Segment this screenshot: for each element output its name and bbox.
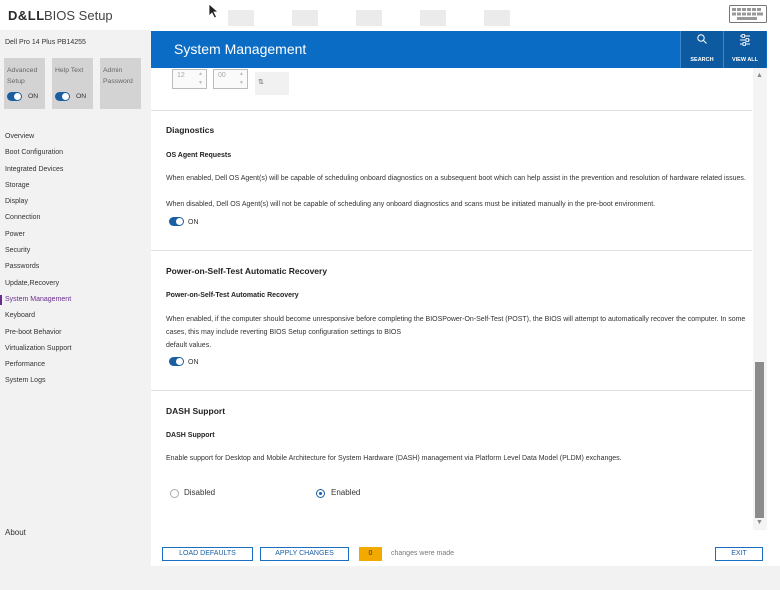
about-link[interactable]: About [5,528,26,537]
sidebar-item-performance[interactable]: Performance [0,357,151,373]
dell-logo: D&LL [8,8,45,23]
sidebar-item-overview[interactable]: Overview [0,129,151,145]
page-header: System Management SEARCH VIEW ALL [151,31,767,68]
sidebar-item-keyboard[interactable]: Keyboard [0,308,151,324]
sliders-icon [740,34,750,46]
post-recovery-setting-title: Power-on-Self-Test Automatic Recovery [166,292,299,299]
sidebar-item-display[interactable]: Display [0,194,151,210]
sidebar-item-storage[interactable]: Storage [0,178,151,194]
changes-status-text: changes were made [391,550,455,557]
sidebar-item-connection[interactable]: Connection [0,210,151,226]
os-agent-requests-title: OS Agent Requests [166,152,232,159]
os-agent-requests-desc-enabled: When enabled, Dell OS Agent(s) will be c… [166,175,746,182]
sidebar-item-passwords[interactable]: Passwords [0,259,151,275]
hour-value: 12 [177,72,185,79]
ghost-tab-strip [228,10,558,26]
mouse-cursor-icon [208,3,219,19]
sidebar-item-virtualization-support[interactable]: Virtualization Support [0,341,151,357]
dash-support-heading: DASH Support [166,406,226,416]
apply-changes-button[interactable]: APPLY CHANGES [260,547,349,561]
spinner-up-icon[interactable]: ▲ [239,71,244,77]
advanced-setup-tile[interactable]: Advanced Setup ON [4,58,45,109]
dash-enabled-radio[interactable] [316,489,325,498]
advanced-setup-label: Advanced Setup [7,67,38,85]
post-recovery-toggle[interactable] [169,357,184,368]
search-button[interactable]: SEARCH [680,31,723,68]
page-title: System Management [174,41,307,57]
dash-disabled-radio[interactable] [170,489,179,498]
spinner-up-icon[interactable]: ▲ [198,71,203,77]
help-text-tile[interactable]: Help Text ON [52,58,93,109]
settings-content: 12 ▲ ▼ 00 ▲ ▼ ⇅ Diagnostics OS Agent Req… [151,68,752,530]
spinner-down-icon[interactable]: ▼ [239,80,244,86]
bottom-strip [0,566,780,590]
post-recovery-heading: Power-on-Self-Test Automatic Recovery [166,266,328,276]
sidebar-item-security[interactable]: Security [0,243,151,259]
sidebar-item-integrated-devices[interactable]: Integrated Devices [0,162,151,178]
sidebar-item-pre-boot-behavior[interactable]: Pre-boot Behavior [0,325,151,341]
sidebar-item-system-management[interactable]: System Management [0,292,151,308]
sidebar-item-boot-configuration[interactable]: Boot Configuration [0,145,151,161]
sidebar-item-update-recovery[interactable]: Update,Recovery [0,276,151,292]
dash-enabled-label[interactable]: Enabled [331,488,360,497]
post-recovery-state: ON [188,359,199,366]
section-divider [151,390,752,391]
post-recovery-desc-default: default values. [166,342,212,349]
app-title: BIOS Setup [44,8,113,23]
os-agent-requests-state: ON [188,219,199,226]
minute-value: 00 [218,72,226,79]
sort-arrows-icon: ⇅ [258,79,264,86]
device-name: Dell Pro 14 Plus PB14255 [5,39,86,46]
sidebar: Dell Pro 14 Plus PB14255 Advanced Setup … [0,30,151,566]
admin-password-tile[interactable]: Admin Password [100,58,141,109]
advanced-setup-state: ON [28,93,39,100]
view-all-label: VIEW ALL [731,57,759,63]
load-defaults-button[interactable]: LOAD DEFAULTS [162,547,253,561]
search-icon [697,34,707,44]
scroll-down-arrow-icon[interactable]: ▼ [756,519,763,526]
os-agent-requests-toggle[interactable] [169,217,184,228]
footer-bar: LOAD DEFAULTS APPLY CHANGES 0 changes we… [151,536,767,566]
advanced-setup-toggle[interactable] [7,92,22,103]
scrollbar-thumb[interactable] [755,362,764,518]
dash-support-setting-title: DASH Support [166,432,215,439]
help-text-toggle[interactable] [55,92,70,103]
diagnostics-heading: Diagnostics [166,125,215,135]
sidebar-item-system-logs[interactable]: System Logs [0,373,151,389]
am-pm-selector[interactable]: ⇅ [255,72,289,95]
sidebar-item-power[interactable]: Power [0,227,151,243]
spinner-down-icon[interactable]: ▼ [198,80,203,86]
scroll-up-arrow-icon[interactable]: ▲ [756,72,763,79]
help-text-label: Help Text [55,67,84,74]
help-text-state: ON [76,93,87,100]
keyboard-icon[interactable] [729,5,767,23]
dash-disabled-label[interactable]: Disabled [184,488,215,497]
exit-button[interactable]: EXIT [715,547,763,561]
view-all-button[interactable]: VIEW ALL [723,31,766,68]
hour-spinner[interactable]: 12 ▲ ▼ [172,69,207,89]
os-agent-requests-desc-disabled: When disabled, Dell OS Agent(s) will not… [166,201,656,208]
search-label: SEARCH [690,57,714,63]
section-divider [151,110,752,111]
section-divider [151,250,752,251]
dash-support-desc: Enable support for Desktop and Mobile Ar… [166,455,622,462]
admin-password-label: Admin Password [103,67,133,85]
minute-spinner[interactable]: 00 ▲ ▼ [213,69,248,89]
post-recovery-desc: When enabled, if the computer should bec… [166,316,746,336]
title-bar: D&LL BIOS Setup [0,0,780,30]
changes-count-badge: 0 [359,547,382,561]
sidebar-nav: Overview Boot Configuration Integrated D… [0,129,151,390]
